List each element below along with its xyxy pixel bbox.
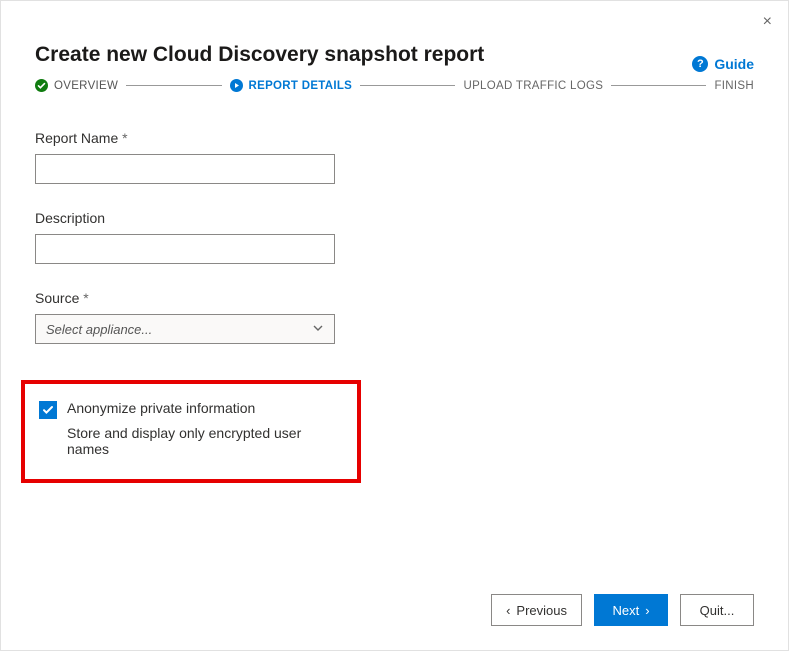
chevron-left-icon: ‹ (506, 603, 510, 618)
step-label: UPLOAD TRAFFIC LOGS (463, 80, 603, 92)
source-select[interactable]: Select appliance... (35, 314, 335, 344)
wizard-stepper: OVERVIEW REPORT DETAILS UPLOAD TRAFFIC L… (35, 79, 754, 92)
step-label: REPORT DETAILS (249, 80, 353, 92)
guide-link[interactable]: ? Guide (692, 56, 754, 72)
previous-label: Previous (516, 603, 567, 618)
previous-button[interactable]: ‹ Previous (491, 594, 582, 626)
wizard-footer: ‹ Previous Next › Quit... (491, 594, 754, 626)
step-divider (611, 85, 706, 86)
step-label: OVERVIEW (54, 80, 118, 92)
source-label: Source * (35, 290, 754, 306)
source-placeholder: Select appliance... (46, 322, 152, 337)
description-input[interactable] (35, 234, 335, 264)
required-marker: * (83, 290, 88, 306)
chevron-right-icon: › (645, 603, 649, 618)
help-icon: ? (692, 56, 708, 72)
field-source: Source * Select appliance... (35, 290, 754, 344)
anonymize-callout: Anonymize private information Store and … (21, 380, 361, 483)
anonymize-checkbox[interactable] (39, 401, 57, 419)
check-circle-icon (35, 79, 48, 92)
next-label: Next (612, 603, 639, 618)
anonymize-label: Anonymize private information (67, 400, 255, 416)
step-divider (360, 85, 455, 86)
guide-label: Guide (714, 56, 754, 72)
page-title: Create new Cloud Discovery snapshot repo… (35, 43, 754, 67)
step-upload-logs[interactable]: UPLOAD TRAFFIC LOGS (463, 80, 603, 92)
quit-label: Quit... (700, 603, 735, 618)
active-step-icon (230, 79, 243, 92)
chevron-down-icon (312, 322, 324, 337)
step-finish[interactable]: FINISH (714, 80, 754, 92)
field-report-name: Report Name * (35, 130, 754, 184)
step-overview[interactable]: OVERVIEW (35, 79, 118, 92)
required-marker: * (122, 130, 127, 146)
next-button[interactable]: Next › (594, 594, 668, 626)
quit-button[interactable]: Quit... (680, 594, 754, 626)
description-label: Description (35, 210, 754, 226)
report-name-input[interactable] (35, 154, 335, 184)
report-name-label: Report Name * (35, 130, 754, 146)
anonymize-sublabel: Store and display only encrypted user na… (67, 425, 343, 457)
close-icon[interactable]: × (763, 13, 772, 31)
step-label: FINISH (714, 80, 754, 92)
step-report-details[interactable]: REPORT DETAILS (230, 79, 353, 92)
field-description: Description (35, 210, 754, 264)
step-divider (126, 85, 221, 86)
